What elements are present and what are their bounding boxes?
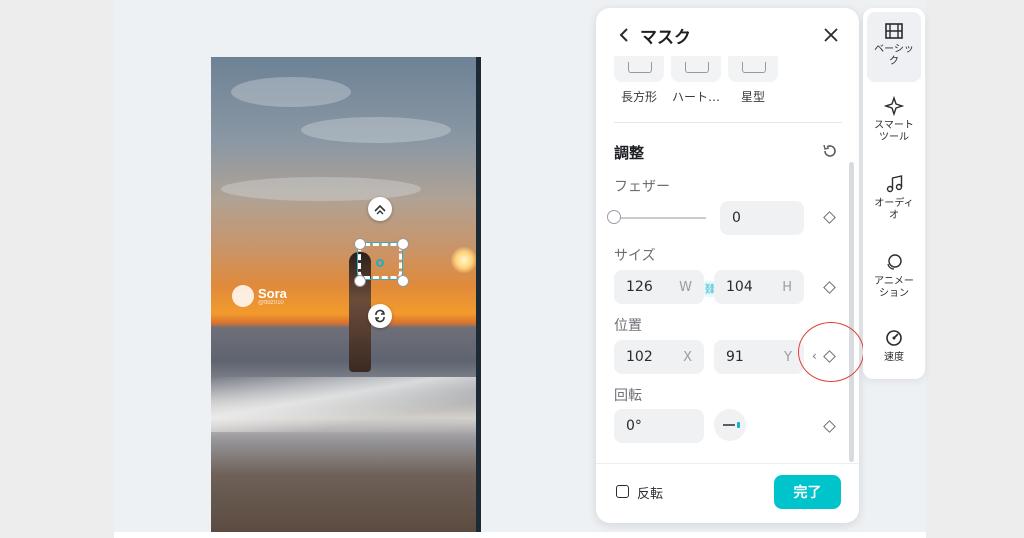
music-note-icon <box>886 175 903 193</box>
size-keyframe-icon[interactable] <box>823 281 836 294</box>
toolbar-item-basic[interactable]: ベーシック <box>867 12 921 82</box>
rotation-dial[interactable] <box>714 409 746 441</box>
frame-edge <box>476 57 481 532</box>
shape-labels: 長方形 ハート… 星型 <box>614 88 778 105</box>
feather-input[interactable]: 0 <box>720 201 804 235</box>
mask-center-point[interactable] <box>376 259 384 267</box>
bottom-strip <box>114 532 926 538</box>
shape-label-rectangle: 長方形 <box>620 90 657 104</box>
mask-handle-bottom-left[interactable] <box>354 275 366 287</box>
move-mask-button[interactable] <box>368 197 392 221</box>
flip-icon[interactable] <box>616 485 629 498</box>
cloud <box>221 177 421 201</box>
y-input[interactable]: 91 Y <box>714 340 804 374</box>
toolbar-label-speed: 速度 <box>884 352 904 363</box>
panel-title: マスク <box>640 28 691 48</box>
mask-handle-bottom-right[interactable] <box>397 275 409 287</box>
feather-keyframe-icon[interactable] <box>823 211 836 224</box>
shape-rectangle-button[interactable] <box>614 56 664 82</box>
panel-scrollbar[interactable] <box>849 162 854 462</box>
right-toolbar: ベーシック スマート ツール オーディオ アニメー ション 速度 <box>863 8 925 379</box>
cloud <box>231 77 351 107</box>
rotate-icon <box>375 309 385 323</box>
x-unit: X <box>683 349 692 365</box>
toolbar-item-animation[interactable]: アニメー ション <box>867 248 921 312</box>
feather-slider-track[interactable] <box>614 217 706 219</box>
annotation-circle <box>798 322 864 382</box>
speedometer-icon <box>886 330 902 346</box>
toolbar-item-speed[interactable]: 速度 <box>867 326 921 372</box>
animation-icon <box>887 254 902 270</box>
position-label: 位置 <box>614 318 642 334</box>
rotation-label: 回転 <box>614 388 642 404</box>
cloud <box>301 117 451 143</box>
rotation-keyframe-icon[interactable] <box>823 420 836 433</box>
sora-logo-icon <box>232 285 254 307</box>
back-icon[interactable] <box>616 26 634 44</box>
toolbar-label-audio: オーディオ <box>874 198 914 221</box>
width-input[interactable]: 126 W <box>614 270 704 304</box>
close-icon[interactable] <box>822 26 840 44</box>
flip-button[interactable]: 反転 <box>637 483 663 502</box>
shape-thumbnails <box>614 56 778 82</box>
toolbar-label-basic: ベーシック <box>874 44 914 67</box>
toolbar-item-audio[interactable]: オーディオ <box>867 170 921 234</box>
height-value: 104 <box>726 279 753 295</box>
toolbar-label-smart-tools: スマート ツール <box>874 120 914 143</box>
toolbar-label-animation: アニメー ション <box>874 276 914 299</box>
x-input[interactable]: 102 X <box>614 340 704 374</box>
shape-label-heart: ハート… <box>671 90 720 104</box>
width-unit: W <box>679 279 692 295</box>
x-value: 102 <box>626 349 653 365</box>
shape-label-star: 星型 <box>740 90 765 104</box>
y-value: 91 <box>726 349 744 365</box>
width-value: 126 <box>626 279 653 295</box>
watermark-name: Sora <box>258 285 287 301</box>
divider <box>614 122 842 123</box>
sun <box>451 247 477 273</box>
y-unit: Y <box>784 349 792 365</box>
adjust-section-title: 調整 <box>614 144 645 162</box>
sora-watermark: Sora @ttdz010 <box>232 285 287 307</box>
feather-value: 0 <box>732 210 741 226</box>
mask-handle-top-right[interactable] <box>397 238 409 250</box>
height-unit: H <box>782 279 792 295</box>
chevron-up-double-icon <box>374 204 386 215</box>
feather-slider-knob[interactable] <box>607 210 621 224</box>
rotate-mask-button[interactable] <box>368 304 392 328</box>
sparkle-icon <box>884 96 904 116</box>
toolbar-item-smart-tools[interactable]: スマート ツール <box>867 92 921 156</box>
rotation-input[interactable]: 0° <box>614 409 704 443</box>
done-button[interactable]: 完了 <box>774 475 841 509</box>
reset-icon[interactable] <box>822 143 838 159</box>
watermark-handle: @ttdz010 <box>258 299 284 306</box>
panel-header: マスク <box>596 8 859 63</box>
wave-foam <box>211 377 481 432</box>
size-label: サイズ <box>614 248 656 264</box>
footer-divider <box>596 463 859 464</box>
rotation-value: 0° <box>626 418 642 434</box>
film-icon <box>885 23 903 39</box>
height-input[interactable]: 104 H <box>714 270 804 304</box>
mask-panel: マスク 長方形 ハート… 星型 調整 フェザー 0 サイズ 126 W ⛓ 10… <box>596 8 859 523</box>
shape-star-button[interactable] <box>728 56 778 82</box>
feather-label: フェザー <box>614 179 670 195</box>
shape-heart-button[interactable] <box>671 56 721 82</box>
mask-handle-top-left[interactable] <box>354 238 366 250</box>
